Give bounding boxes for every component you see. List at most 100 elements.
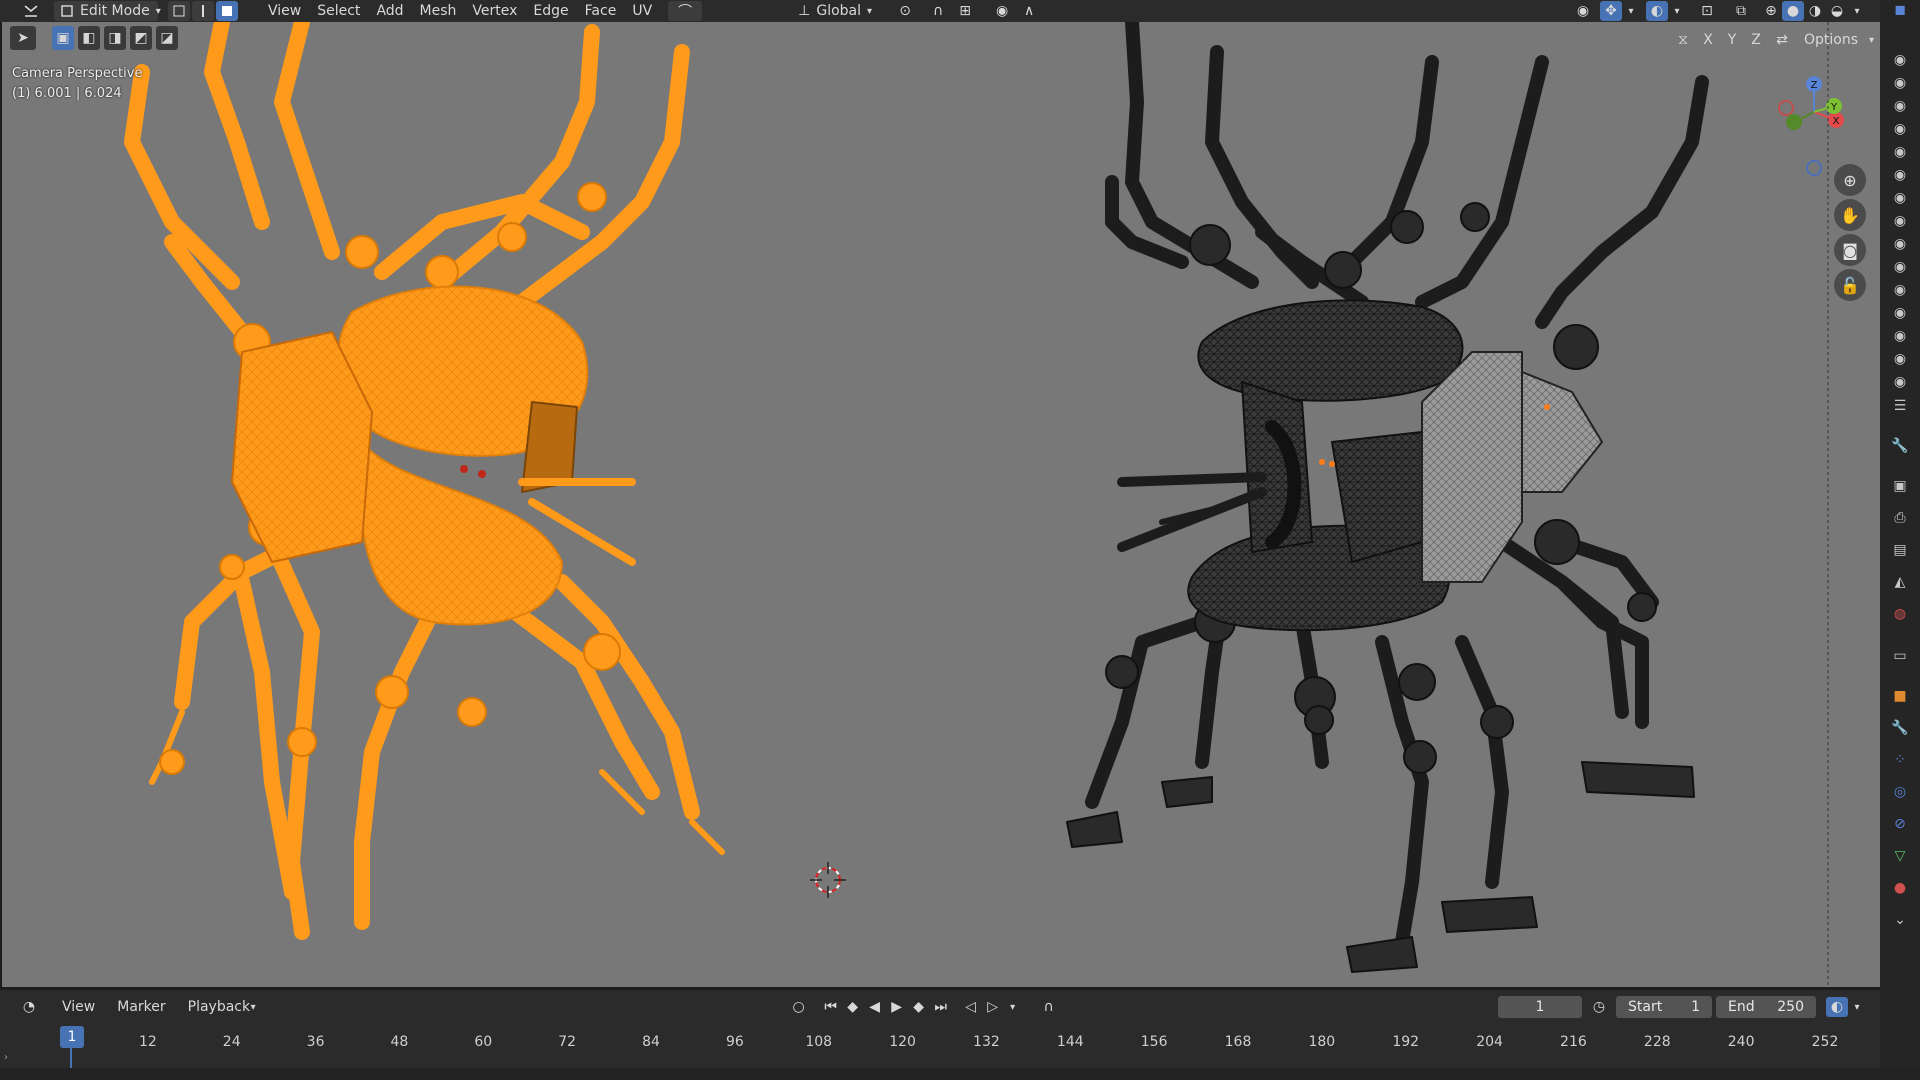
properties-editor-icon[interactable]: ☰ xyxy=(1890,396,1910,416)
xray-toggle[interactable]: ⧉ xyxy=(1728,1,1754,21)
next-frame-button[interactable]: ▷ xyxy=(982,997,1004,1017)
visibility-dropdown[interactable]: ◉ xyxy=(1566,1,1600,21)
jump-end-button[interactable]: ⏭ xyxy=(930,997,952,1017)
timeline-menu-marker[interactable]: Marker xyxy=(109,996,173,1018)
particles-properties-icon[interactable]: ⁘ xyxy=(1890,750,1910,770)
menu-add[interactable]: Add xyxy=(368,0,411,22)
gizmo-neg-z-axis[interactable] xyxy=(1806,160,1822,176)
world-properties-icon[interactable]: ◍ xyxy=(1890,604,1910,624)
current-frame-field[interactable]: 1 xyxy=(1498,996,1582,1018)
end-frame-field[interactable]: End 250 xyxy=(1716,996,1816,1018)
play-reverse-button[interactable]: ◀ xyxy=(864,997,886,1017)
camera-visibility-icon[interactable]: ◉ xyxy=(1890,257,1910,277)
collection-properties-icon[interactable]: ▭ xyxy=(1890,646,1910,666)
camera-visibility-icon[interactable]: ◉ xyxy=(1890,234,1910,254)
shading-wireframe-button[interactable]: ⊕ xyxy=(1760,1,1782,21)
menu-vertex[interactable]: Vertex xyxy=(464,0,525,22)
mirror-icon-button[interactable]: ⧖ xyxy=(1672,30,1694,50)
navigation-gizmo[interactable]: Z X Y xyxy=(1778,76,1844,176)
preview-range-button[interactable]: ◷ xyxy=(1588,997,1610,1017)
select-new-button[interactable]: ▣ xyxy=(52,26,74,50)
select-tool-button[interactable]: ➤ xyxy=(10,26,36,50)
select-invert-button[interactable]: ◩ xyxy=(130,26,152,50)
camera-visibility-icon[interactable]: ◉ xyxy=(1890,165,1910,185)
mesh-overlay-dropdown[interactable]: ⊡ xyxy=(1690,1,1724,21)
overlay-dropdown[interactable]: ▾ xyxy=(1668,1,1686,21)
vertex-select-button[interactable] xyxy=(168,1,190,21)
select-subtract-button[interactable]: ◨ xyxy=(104,26,126,50)
select-intersect-button[interactable]: ◪ xyxy=(156,26,178,50)
texture-properties-icon[interactable]: ⌄ xyxy=(1890,910,1910,930)
physics-properties-icon[interactable]: ◎ xyxy=(1890,782,1910,802)
timeline-editor-type[interactable]: ◔ xyxy=(12,997,46,1017)
auto-keying-button[interactable]: ○ xyxy=(782,997,816,1017)
select-extend-button[interactable]: ◧ xyxy=(78,26,100,50)
mirror-z-toggle[interactable]: Z xyxy=(1746,30,1766,50)
camera-visibility-icon[interactable]: ◉ xyxy=(1890,96,1910,116)
mirror-y-toggle[interactable]: Y xyxy=(1722,30,1742,50)
jump-start-button[interactable]: ⏮ xyxy=(820,997,842,1017)
gizmo-toggle[interactable]: ✥ xyxy=(1600,1,1622,21)
tool-properties-icon[interactable]: 🔧 xyxy=(1890,436,1910,456)
camera-visibility-icon[interactable]: ◉ xyxy=(1890,73,1910,93)
falloff-dropdown[interactable]: ∧ xyxy=(1014,1,1044,21)
material-properties-icon[interactable]: ● xyxy=(1890,878,1910,898)
output-properties-icon[interactable]: ⎙ xyxy=(1890,508,1910,528)
auto-merge-button[interactable]: ⌒ xyxy=(668,1,703,21)
shading-rendered-button[interactable]: ◒ xyxy=(1826,1,1848,21)
edge-select-button[interactable] xyxy=(192,1,214,21)
camera-visibility-icon[interactable]: ◉ xyxy=(1890,349,1910,369)
constraints-properties-icon[interactable]: ⊘ xyxy=(1890,814,1910,834)
view-layer-icon[interactable]: ▤ xyxy=(1890,540,1910,560)
prev-keyframe-button[interactable]: ◆ xyxy=(842,997,864,1017)
snap-target-dropdown[interactable]: ⊞ xyxy=(950,1,980,21)
uv-sync-button[interactable]: ⇄ xyxy=(1770,30,1794,50)
snapping-dropdown[interactable]: ∩ xyxy=(1032,997,1066,1017)
camera-visibility-icon[interactable]: ◉ xyxy=(1890,326,1910,346)
camera-visibility-icon[interactable]: ◉ xyxy=(1890,211,1910,231)
camera-visibility-icon[interactable]: ◉ xyxy=(1890,119,1910,139)
3d-viewport[interactable]: Z X Y Camera Perspective (1) 6.001 | 6.0… xyxy=(2,22,1880,987)
playhead[interactable]: 1 xyxy=(60,1026,84,1048)
scene-icon[interactable]: ◼ xyxy=(1890,0,1910,20)
menu-select[interactable]: Select xyxy=(309,0,368,22)
menu-edge[interactable]: Edge xyxy=(525,0,576,22)
next-keyframe-button[interactable]: ◆ xyxy=(908,997,930,1017)
menu-view[interactable]: View xyxy=(260,0,309,22)
object-properties-icon[interactable]: ■ xyxy=(1890,686,1910,706)
face-select-button[interactable] xyxy=(216,1,238,21)
transform-orientation-dropdown[interactable]: ⊥ Global ▾ xyxy=(792,1,882,21)
lock-camera-button[interactable]: 🔓 xyxy=(1834,269,1866,301)
play-button[interactable]: ▶ xyxy=(886,997,908,1017)
timeline-menu-playback[interactable]: Playback ▾ xyxy=(182,997,262,1017)
data-properties-icon[interactable]: ▽ xyxy=(1890,846,1910,866)
scene-properties-icon[interactable]: ◭ xyxy=(1890,572,1910,592)
render-properties-icon[interactable]: ▣ xyxy=(1890,476,1910,496)
menu-mesh[interactable]: Mesh xyxy=(412,0,465,22)
overlay-toggle[interactable]: ◐ xyxy=(1646,1,1668,21)
zoom-button[interactable]: ⊕ xyxy=(1834,164,1866,196)
menu-uv[interactable]: UV xyxy=(624,0,660,22)
camera-visibility-icon[interactable]: ◉ xyxy=(1890,280,1910,300)
modifier-properties-icon[interactable]: 🔧 xyxy=(1890,718,1910,738)
expand-arrow-icon[interactable]: › xyxy=(4,1052,8,1063)
gizmo-neg-x-axis[interactable] xyxy=(1778,100,1794,116)
camera-visibility-icon[interactable]: ◉ xyxy=(1890,142,1910,162)
camera-visibility-icon[interactable]: ◉ xyxy=(1890,50,1910,70)
options-dropdown[interactable]: Options ▾ xyxy=(1798,30,1880,50)
menu-face[interactable]: Face xyxy=(577,0,625,22)
prev-frame-button[interactable]: ◁ xyxy=(960,997,982,1017)
mirror-x-toggle[interactable]: X xyxy=(1698,30,1718,50)
unselected-robot-mesh[interactable] xyxy=(1066,22,1709,973)
proportional-edit-toggle[interactable]: ◉ xyxy=(990,1,1014,21)
camera-view-button[interactable]: ◙ xyxy=(1834,234,1866,266)
camera-visibility-icon[interactable]: ◉ xyxy=(1890,303,1910,323)
editor-type-button[interactable] xyxy=(14,1,48,21)
timeline-view-dropdown[interactable]: ▾ xyxy=(1848,997,1866,1017)
shading-dropdown[interactable]: ▾ xyxy=(1848,1,1866,21)
gizmo-dropdown[interactable]: ▾ xyxy=(1622,1,1640,21)
timeline-ruler[interactable]: 12 24 36 48 60 72 84 96 108 120 132 144 156 168 180 192… xyxy=(0,1024,1880,1068)
start-frame-field[interactable]: Start 1 xyxy=(1616,996,1712,1018)
timeline-menu-view[interactable]: View xyxy=(54,996,103,1018)
timeline-view-toggle[interactable]: ◐ xyxy=(1826,997,1848,1017)
